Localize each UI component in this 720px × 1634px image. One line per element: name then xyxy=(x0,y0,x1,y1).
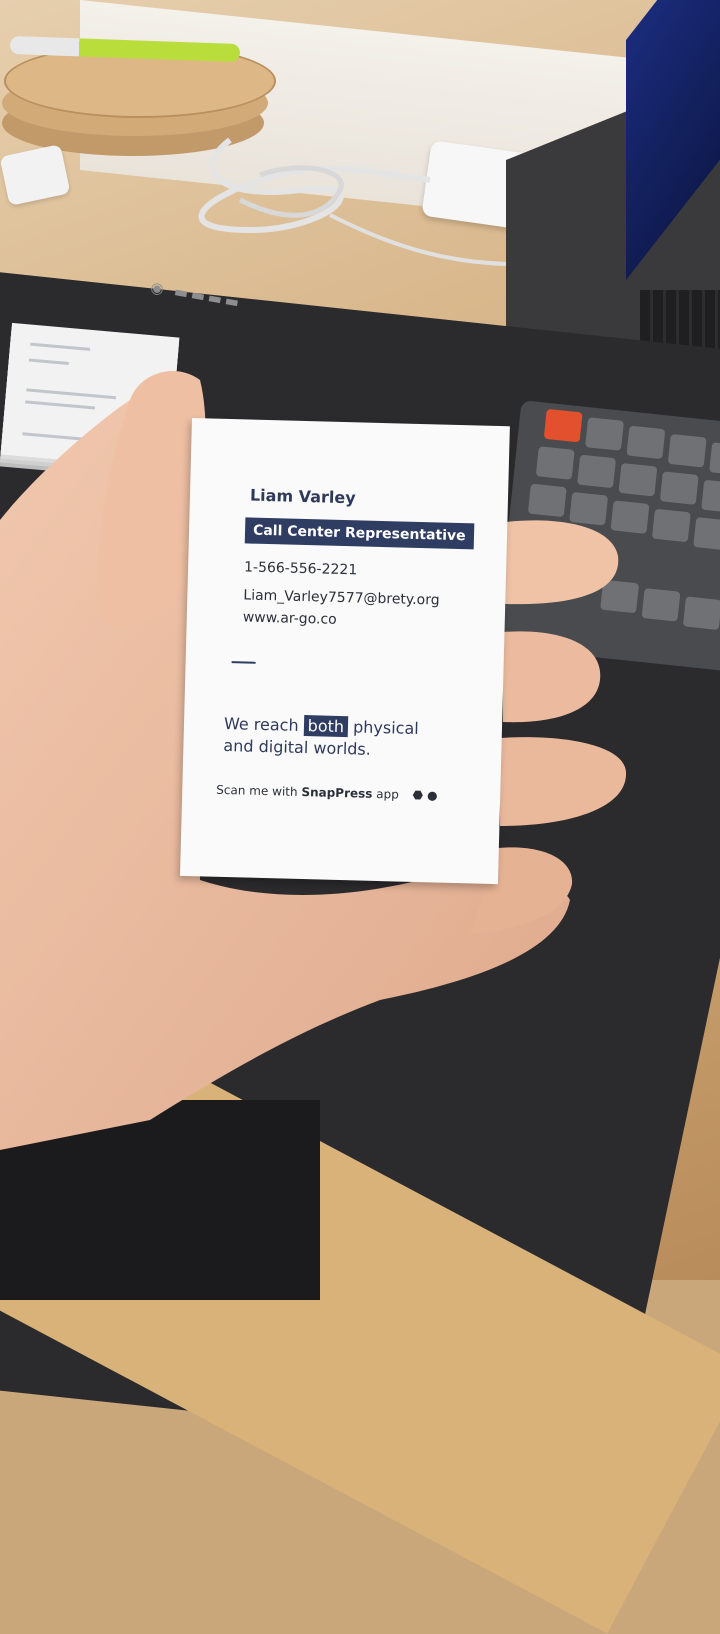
tagline-text: and digital worlds. xyxy=(223,735,372,759)
business-card: Liam Varley Call Center Representative 1… xyxy=(180,418,510,885)
card-job-title: Call Center Representative xyxy=(244,517,474,550)
android-icon: ⬣ xyxy=(412,787,428,803)
scan-suffix: app xyxy=(376,786,400,802)
card-phone: 1-566-556-2221 xyxy=(243,559,358,579)
photo-scene: ◉ ▬▬▬▬ Liam Varley Call Center Represent… xyxy=(0,0,720,1634)
card-tagline: We reach both physical and digital world… xyxy=(223,713,464,763)
card-email: Liam_Varley7577@brety.org xyxy=(243,587,440,609)
card-divider xyxy=(231,661,256,664)
tagline-highlight: both xyxy=(303,715,349,738)
card-name: Liam Varley xyxy=(249,485,356,508)
apple-icon: ● xyxy=(426,788,442,803)
scan-app-name: SnapPress xyxy=(301,784,373,801)
card-website: www.ar-go.co xyxy=(242,609,337,628)
tagline-text: We reach xyxy=(223,713,299,735)
tagline-text: physical xyxy=(352,717,419,739)
card-scan-note: Scan me with SnapPress app ⬣● xyxy=(216,783,442,803)
scan-prefix: Scan me with xyxy=(216,782,298,799)
